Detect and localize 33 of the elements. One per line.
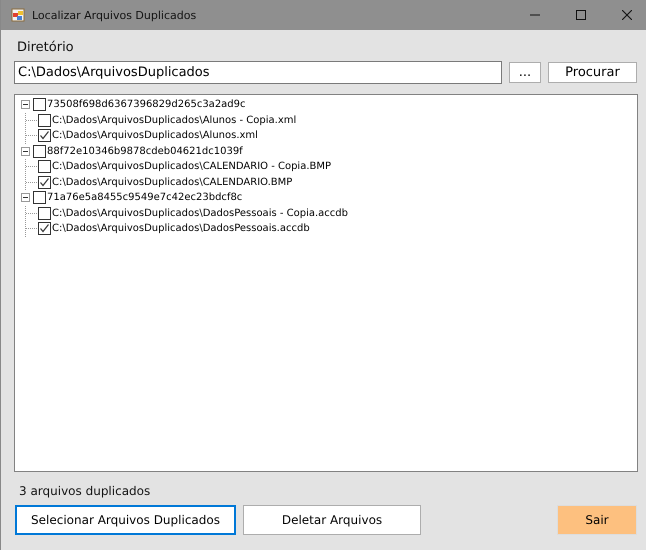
checkbox[interactable] bbox=[38, 160, 51, 174]
collapse-icon[interactable] bbox=[21, 146, 30, 156]
tree-item[interactable]: C:\Dados\ArquivosDuplicados\Alunos - Copia.xml bbox=[52, 114, 296, 126]
tree-item[interactable]: C:\Dados\ArquivosDuplicados\DadosPessoais.accdb bbox=[52, 223, 310, 234]
collapse-icon[interactable] bbox=[21, 193, 30, 202]
tree-item[interactable]: 73508f698d6367396829d265c3a2ad9c bbox=[47, 99, 246, 110]
collapse-icon[interactable] bbox=[21, 100, 30, 110]
delete-button[interactable]: Deletar Arquivos bbox=[243, 505, 421, 535]
checkbox[interactable] bbox=[38, 222, 51, 236]
app-icon bbox=[11, 8, 25, 22]
checkbox[interactable] bbox=[33, 144, 46, 158]
tree-item[interactable]: 71a76e5a8455c9549e7c42ec23bdcf8c bbox=[47, 192, 242, 204]
status-text: 3 arquivos duplicados bbox=[19, 484, 152, 500]
checkbox[interactable] bbox=[38, 206, 51, 220]
exit-button[interactable]: Sair bbox=[557, 505, 637, 535]
tree-item[interactable]: C:\Dados\ArquivosDuplicados\CALENDARIO - Copia.BMP bbox=[52, 161, 332, 172]
search-button[interactable]: Procurar bbox=[548, 62, 637, 83]
maximize-icon[interactable] bbox=[576, 10, 586, 20]
tree-item[interactable]: C:\Dados\ArquivosDuplicados\DadosPessoais - Copia.accdb bbox=[52, 208, 348, 219]
checkbox[interactable] bbox=[38, 176, 51, 189]
checkbox[interactable] bbox=[38, 114, 51, 127]
checkbox[interactable] bbox=[33, 191, 46, 204]
tree-item[interactable]: C:\Dados\ArquivosDuplicados\Alunos.xml bbox=[52, 130, 258, 142]
checkbox[interactable] bbox=[33, 98, 46, 112]
tree-item[interactable]: 88f72e10346b9878cdeb04621dc1039f bbox=[47, 146, 243, 157]
checkbox[interactable] bbox=[38, 129, 51, 142]
select-duplicates-button[interactable]: Selecionar Arquivos Duplicados bbox=[15, 505, 236, 535]
window-title: Localizar Arquivos Duplicados bbox=[32, 8, 196, 22]
close-icon[interactable] bbox=[622, 10, 632, 20]
directory-label: Diretório bbox=[17, 40, 75, 57]
tree-item[interactable]: C:\Dados\ArquivosDuplicados\CALENDARIO.BMP bbox=[52, 176, 292, 188]
browse-button[interactable]: ... bbox=[509, 62, 541, 83]
directory-field[interactable]: C:\Dados\ArquivosDuplicados bbox=[14, 61, 502, 84]
